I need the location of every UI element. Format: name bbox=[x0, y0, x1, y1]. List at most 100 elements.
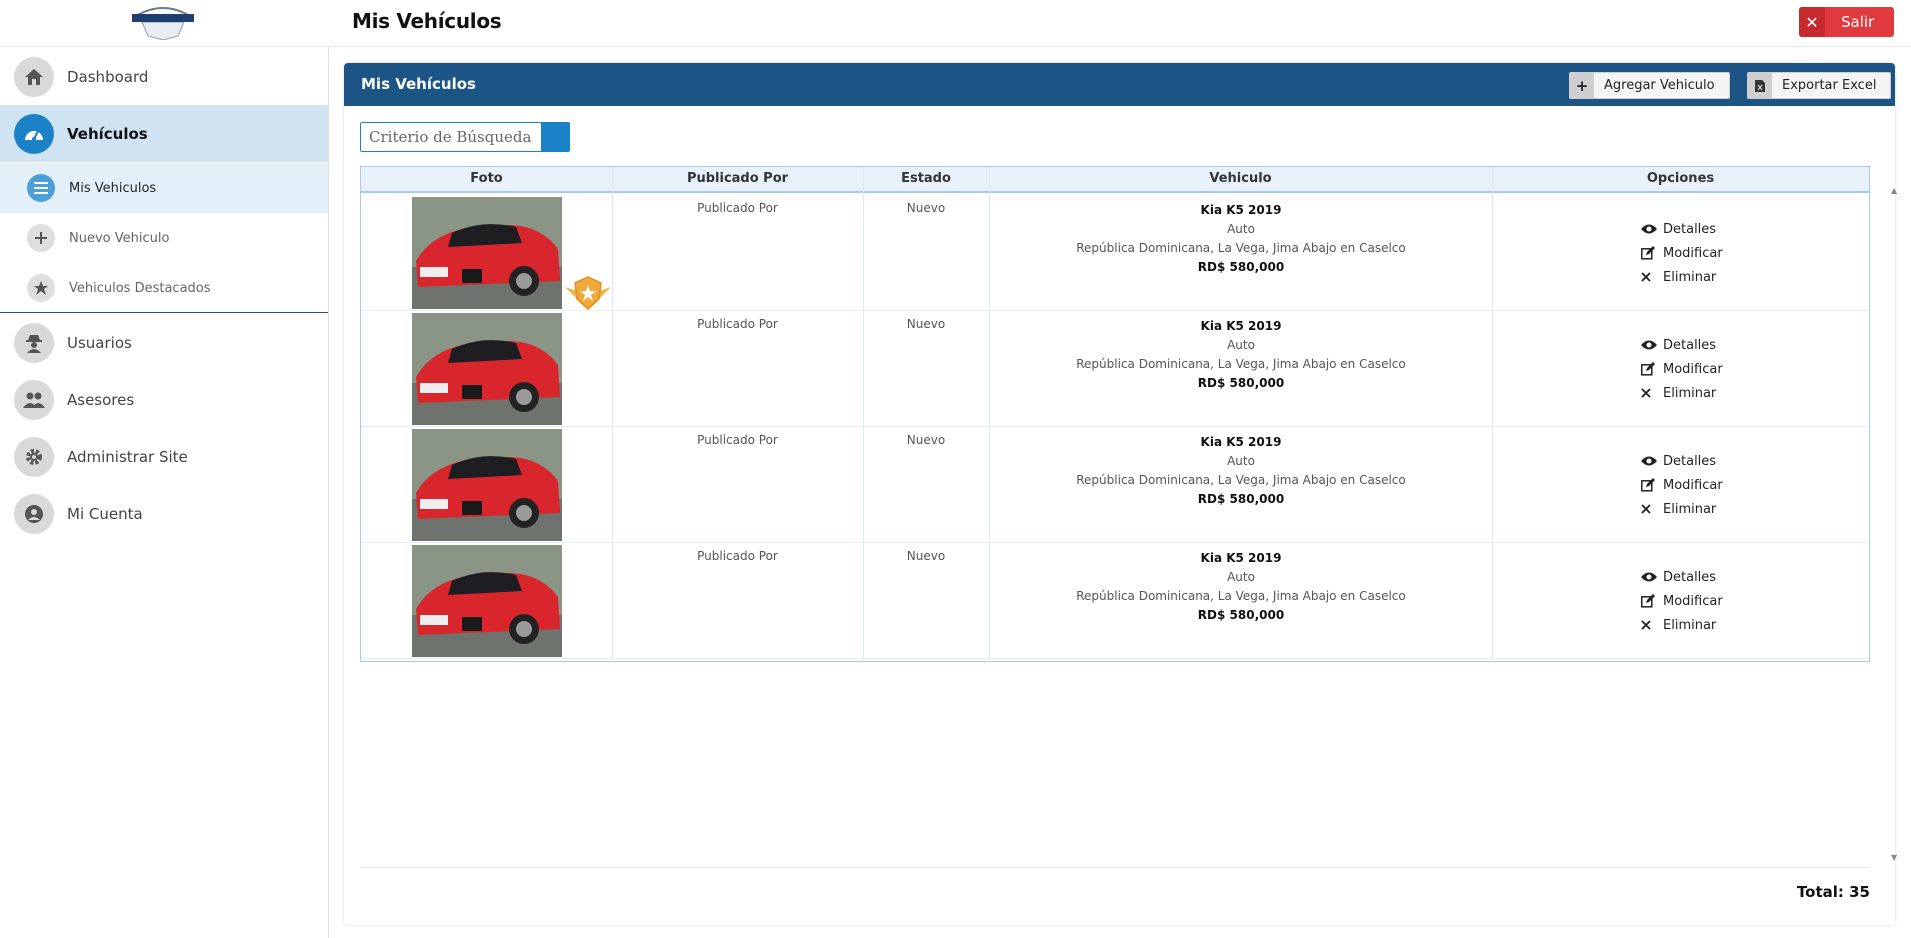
search-input[interactable] bbox=[361, 123, 541, 151]
vehicle-photo[interactable] bbox=[412, 197, 562, 309]
vehicle-info: Kia K5 2019 Auto República Dominicana, La … bbox=[991, 317, 1491, 393]
row-options: Detalles Modificar Eliminar bbox=[1641, 449, 1723, 521]
vehicle-price: RD$ 580,000 bbox=[1197, 260, 1285, 274]
vehicle-info: Kia K5 2019 Auto República Dominicana, La … bbox=[991, 433, 1491, 509]
details-link[interactable]: Detalles bbox=[1641, 449, 1723, 473]
footer-divider bbox=[360, 867, 1870, 868]
sidebar-subitem-mis-vehiculos[interactable]: Mis Vehiculos bbox=[0, 163, 328, 213]
close-icon bbox=[1641, 504, 1663, 514]
home-icon bbox=[14, 56, 54, 97]
edit-icon bbox=[1641, 246, 1663, 260]
gauge-icon bbox=[14, 113, 54, 154]
panel-header: Mis Vehículos + Agregar Vehiculo Exporta… bbox=[344, 63, 1895, 106]
search-button[interactable] bbox=[541, 123, 569, 151]
eye-icon bbox=[1641, 572, 1663, 582]
col-foto[interactable]: Foto bbox=[361, 171, 612, 186]
details-link[interactable]: Detalles bbox=[1641, 333, 1723, 357]
status-text: Nuevo bbox=[906, 317, 946, 331]
plus-icon bbox=[27, 224, 55, 252]
col-opciones[interactable]: Opciones bbox=[1492, 171, 1869, 186]
sidebar-subitem-label: Vehiculos Destacados bbox=[69, 280, 211, 296]
col-vehiculo[interactable]: Vehiculo bbox=[989, 171, 1492, 186]
featured-badge-icon bbox=[563, 273, 613, 315]
list-icon bbox=[27, 174, 55, 202]
edit-link[interactable]: Modificar bbox=[1641, 241, 1723, 265]
details-link[interactable]: Detalles bbox=[1641, 565, 1723, 589]
published-by: Publicado Por bbox=[697, 549, 778, 563]
exit-button[interactable]: ✕ Salir bbox=[1799, 7, 1894, 37]
sidebar-item-label: Usuarios bbox=[67, 333, 132, 352]
status-text: Nuevo bbox=[906, 433, 946, 447]
details-link[interactable]: Detalles bbox=[1641, 217, 1723, 241]
scroll-up-arrow[interactable]: ▲ bbox=[1891, 186, 1897, 195]
close-icon bbox=[1641, 388, 1663, 398]
sidebar-subitem-nuevo-vehiculo[interactable]: Nuevo Vehiculo bbox=[0, 213, 328, 263]
edit-icon bbox=[1641, 478, 1663, 492]
sidebar-item-usuarios[interactable]: Usuarios bbox=[0, 314, 328, 371]
edit-link[interactable]: Modificar bbox=[1641, 589, 1723, 613]
scroll-down-arrow[interactable]: ▼ bbox=[1891, 853, 1897, 862]
details-label: Detalles bbox=[1663, 337, 1717, 353]
vehicle-type: Auto bbox=[1227, 338, 1255, 352]
vehicle-price: RD$ 580,000 bbox=[1197, 492, 1285, 506]
add-vehicle-label: Agregar Vehiculo bbox=[1604, 78, 1715, 93]
edit-link[interactable]: Modificar bbox=[1641, 357, 1723, 381]
panel-title: Mis Vehículos bbox=[361, 75, 476, 93]
details-label: Detalles bbox=[1663, 569, 1717, 585]
delete-label: Eliminar bbox=[1663, 501, 1717, 517]
export-excel-label: Exportar Excel bbox=[1782, 78, 1877, 93]
vehicle-price: RD$ 580,000 bbox=[1197, 608, 1285, 622]
sidebar-item-label: Mi Cuenta bbox=[67, 504, 143, 523]
sidebar-item-dashboard[interactable]: Dashboard bbox=[0, 48, 328, 105]
eye-icon bbox=[1641, 224, 1663, 234]
star-icon bbox=[27, 274, 55, 302]
main-panel: Mis Vehículos + Agregar Vehiculo Exporta… bbox=[344, 63, 1897, 925]
edit-link[interactable]: Modificar bbox=[1641, 473, 1723, 497]
vehicle-type: Auto bbox=[1227, 222, 1255, 236]
site-logo[interactable] bbox=[128, 2, 198, 41]
add-vehicle-button[interactable]: + Agregar Vehiculo bbox=[1569, 72, 1730, 99]
sidebar-item-label: Asesores bbox=[67, 390, 135, 409]
vehicle-photo[interactable] bbox=[412, 545, 562, 657]
delete-link[interactable]: Eliminar bbox=[1641, 613, 1723, 637]
sidebar-divider bbox=[0, 312, 328, 313]
vehicle-title: Kia K5 2019 bbox=[1200, 435, 1282, 449]
delete-link[interactable]: Eliminar bbox=[1641, 497, 1723, 521]
sidebar-item-vehiculos[interactable]: Vehículos bbox=[0, 105, 328, 162]
table-row: Publicado Por Nuevo Kia K5 2019 Auto Repúbli… bbox=[361, 543, 1869, 659]
eye-icon bbox=[1641, 340, 1663, 350]
page-title: Mis Vehículos bbox=[352, 9, 502, 33]
edit-label: Modificar bbox=[1663, 361, 1723, 377]
close-icon bbox=[1641, 620, 1663, 630]
vehicle-title: Kia K5 2019 bbox=[1200, 551, 1282, 565]
sidebar-item-asesores[interactable]: Asesores bbox=[0, 371, 328, 428]
vehicle-info: Kia K5 2019 Auto República Dominicana, La … bbox=[991, 201, 1491, 277]
col-estado[interactable]: Estado bbox=[863, 171, 989, 186]
delete-link[interactable]: Eliminar bbox=[1641, 265, 1723, 289]
delete-link[interactable]: Eliminar bbox=[1641, 381, 1723, 405]
edit-icon bbox=[1641, 594, 1663, 608]
table-row: Publicado Por Nuevo Kia K5 2019 Auto Repúbli… bbox=[361, 195, 1869, 311]
vehicle-location: República Dominicana, La Vega, Jima Abaj… bbox=[1076, 589, 1406, 603]
published-by: Publicado Por bbox=[697, 201, 778, 215]
sidebar-subitem-vehiculos-destacados[interactable]: Vehiculos Destacados bbox=[0, 263, 328, 313]
vehicle-photo[interactable] bbox=[412, 429, 562, 541]
plus-icon: + bbox=[1570, 73, 1594, 98]
vehicle-info: Kia K5 2019 Auto República Dominicana, La … bbox=[991, 549, 1491, 625]
edit-icon bbox=[1641, 362, 1663, 376]
sidebar-item-mi-cuenta[interactable]: Mi Cuenta bbox=[0, 485, 328, 542]
sidebar-item-administrar-site[interactable]: Administrar Site bbox=[0, 428, 328, 485]
vehicles-table: Foto Publicado Por Estado Vehiculo Opcio… bbox=[360, 166, 1870, 662]
col-publicado-por[interactable]: Publicado Por bbox=[612, 171, 863, 186]
sidebar-item-label: Administrar Site bbox=[67, 447, 188, 466]
row-options: Detalles Modificar Eliminar bbox=[1641, 217, 1723, 289]
user-secret-icon bbox=[14, 322, 54, 363]
close-icon: ✕ bbox=[1799, 7, 1825, 37]
gear-icon bbox=[14, 436, 54, 477]
export-excel-button[interactable]: Exportar Excel bbox=[1747, 72, 1892, 99]
vehicle-photo[interactable] bbox=[412, 313, 562, 425]
status-text: Nuevo bbox=[906, 201, 946, 215]
delete-label: Eliminar bbox=[1663, 385, 1717, 401]
edit-label: Modificar bbox=[1663, 477, 1723, 493]
sidebar-item-label: Vehículos bbox=[67, 124, 148, 143]
